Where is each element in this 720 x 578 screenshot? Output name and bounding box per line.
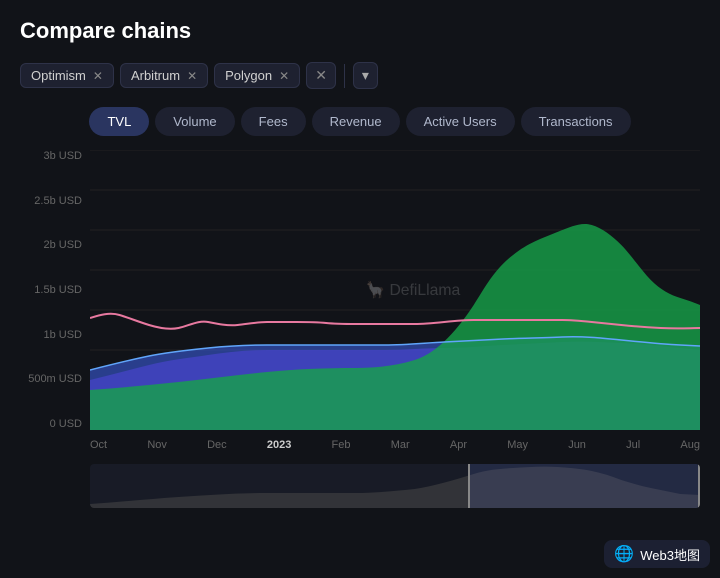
page-title: Compare chains — [20, 18, 700, 44]
y-axis-label: 0 USD — [20, 418, 90, 430]
x-axis-label: Jun — [568, 439, 586, 451]
y-axis-label: 1.5b USD — [20, 284, 90, 296]
chain-tag-optimism[interactable]: Optimism ✕ — [20, 63, 114, 88]
y-axis-label: 1b USD — [20, 329, 90, 341]
y-axis-label: 3b USD — [20, 150, 90, 162]
chart-svg-container: 🦙 DefiLlama — [90, 150, 700, 430]
tab-revenue[interactable]: Revenue — [312, 107, 400, 136]
y-axis-label: 2.5b USD — [20, 195, 90, 207]
x-axis-label: Jul — [626, 439, 640, 451]
x-axis-label: Apr — [450, 439, 467, 451]
y-axis-label: 2b USD — [20, 239, 90, 251]
x-axis: Oct Nov Dec 2023 Feb Mar Apr May Jun Jul Aug — [90, 430, 700, 460]
tab-fees[interactable]: Fees — [241, 107, 306, 136]
minimap-range[interactable] — [468, 464, 700, 508]
remove-chain-icon[interactable]: ✕ — [187, 69, 197, 83]
tab-tvl[interactable]: TVL — [89, 107, 149, 136]
watermark-text: 🦙 DefiLlama — [365, 280, 460, 299]
chain-tag-polygon[interactable]: Polygon ✕ — [214, 63, 300, 88]
x-axis-label: 2023 — [267, 439, 291, 451]
chain-label: Optimism — [31, 68, 86, 83]
chart-area: 3b USD 2.5b USD 2b USD 1.5b USD 1b USD 500m U… — [20, 150, 700, 460]
x-axis-label: Dec — [207, 439, 227, 451]
tab-volume[interactable]: Volume — [155, 107, 234, 136]
remove-chain-icon[interactable]: ✕ — [93, 69, 103, 83]
chain-label: Arbitrum — [131, 68, 180, 83]
web3-text: Web3地图 — [640, 545, 700, 564]
chain-selector: Optimism ✕ Arbitrum ✕ Polygon ✕ ✕ ▾ — [20, 62, 700, 89]
x-axis-label: May — [507, 439, 528, 451]
minimap[interactable] — [90, 464, 700, 508]
chain-label: Polygon — [225, 68, 272, 83]
web3-badge: 🌐 Web3地图 — [604, 540, 710, 568]
tab-active-users[interactable]: Active Users — [406, 107, 515, 136]
dropdown-button[interactable]: ▾ — [353, 62, 378, 89]
x-axis-label: Aug — [680, 439, 700, 451]
chart-svg: 🦙 DefiLlama — [90, 150, 700, 430]
y-axis: 3b USD 2.5b USD 2b USD 1.5b USD 1b USD 500m U… — [20, 150, 90, 430]
y-axis-label: 500m USD — [20, 373, 90, 385]
tab-transactions[interactable]: Transactions — [521, 107, 631, 136]
x-axis-label: Oct — [90, 439, 107, 451]
x-axis-label: Nov — [147, 439, 167, 451]
remove-chain-icon[interactable]: ✕ — [279, 69, 289, 83]
x-axis-label: Mar — [391, 439, 410, 451]
chain-tag-arbitrum[interactable]: Arbitrum ✕ — [120, 63, 208, 88]
page-container: Compare chains Optimism✕Arbitrum✕Polygon… — [0, 0, 720, 518]
x-axis-label: Feb — [332, 439, 351, 451]
clear-button[interactable]: ✕ — [306, 62, 336, 89]
tab-bar: TVLVolumeFeesRevenueActive UsersTransact… — [20, 107, 700, 136]
separator — [344, 64, 345, 88]
globe-icon: 🌐 — [614, 544, 634, 564]
